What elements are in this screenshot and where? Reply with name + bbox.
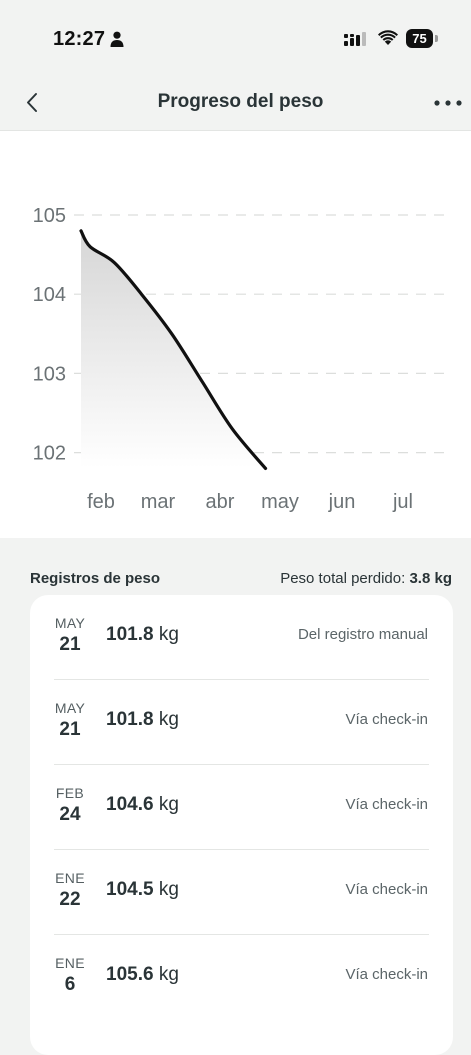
person-icon (110, 31, 124, 47)
record-weight-unit: kg (158, 709, 179, 730)
record-source: Del registro manual (297, 626, 428, 643)
record-weight-value: 101.8 (106, 624, 154, 645)
record-row[interactable]: ENE 6 105.6 kg Vía check-in (30, 935, 453, 1020)
total-lost-value: 3.8 kg (409, 570, 452, 587)
record-day: 24 (59, 804, 81, 825)
record-weight-value: 101.8 (106, 709, 154, 730)
x-tick-label: jul (392, 491, 413, 513)
weight-records-list: MAY 21 101.8 kg Del registro manual MAY … (30, 595, 453, 1055)
weight-area (81, 230, 266, 469)
record-row[interactable]: MAY 21 101.8 kg Vía check-in (30, 680, 453, 765)
record-weight-unit: kg (158, 879, 179, 900)
section-title: Registros de peso (30, 570, 161, 587)
record-weight-value: 105.6 (106, 964, 154, 985)
record-weight: 104.5 kg (106, 879, 179, 901)
total-weight-lost: Peso total perdido: 3.8 kg (280, 570, 452, 587)
battery-icon: 75 (406, 29, 438, 48)
records-summary: Registros de peso Peso total perdido: 3.… (0, 560, 471, 596)
y-tick-label: 102 (33, 443, 66, 465)
record-day: 21 (59, 719, 81, 740)
record-weight-value: 104.6 (106, 794, 154, 815)
record-source: Vía check-in (345, 796, 428, 813)
y-tick-label: 103 (33, 363, 66, 385)
record-day: 22 (59, 889, 81, 910)
page-title: Progreso del peso (157, 91, 324, 112)
record-row[interactable]: FEB 24 104.6 kg Vía check-in (30, 765, 453, 850)
record-day: 21 (59, 634, 81, 655)
record-day: 6 (64, 974, 76, 995)
record-weight-unit: kg (158, 964, 179, 985)
record-weight-unit: kg (158, 794, 179, 815)
record-source: Vía check-in (345, 881, 428, 898)
x-tick-label: mar (141, 491, 176, 513)
record-month: ENE (55, 870, 85, 886)
y-tick-label: 105 (33, 205, 66, 227)
x-tick-label: may (261, 491, 299, 513)
weight-chart: 102 103 104 105 feb mar abr may jun jul (0, 131, 471, 538)
more-options-button[interactable] (430, 92, 466, 114)
record-weight: 104.6 kg (106, 794, 179, 816)
record-month: MAY (54, 615, 86, 631)
wifi-icon (378, 30, 398, 45)
record-source: Vía check-in (345, 966, 428, 983)
total-lost-label: Peso total perdido: (280, 570, 406, 587)
status-time: 12:27 (53, 28, 106, 50)
record-month: ENE (55, 955, 85, 971)
x-tick-label: jun (328, 491, 356, 513)
status-bar: 12:27 75 (0, 0, 471, 78)
record-row[interactable]: ENE 22 104.5 kg Vía check-in (30, 850, 453, 935)
record-month: MAY (54, 700, 86, 716)
record-weight-unit: kg (158, 624, 179, 645)
x-tick-label: feb (87, 491, 115, 513)
record-weight-value: 104.5 (106, 879, 154, 900)
record-weight: 101.8 kg (106, 709, 179, 731)
battery-tip (435, 35, 438, 42)
y-tick-label: 104 (33, 284, 66, 306)
more-horizontal-icon (434, 100, 462, 106)
signal-icon (344, 32, 366, 46)
weight-chart-svg: 102 103 104 105 feb mar abr may jun jul (33, 205, 450, 513)
record-weight: 105.6 kg (106, 964, 179, 986)
record-month: FEB (55, 785, 85, 801)
record-source: Vía check-in (345, 711, 428, 728)
record-weight: 101.8 kg (106, 624, 179, 646)
record-row[interactable]: MAY 21 101.8 kg Del registro manual (30, 595, 453, 680)
navigation-header: Progreso del peso (0, 78, 471, 131)
battery-level: 75 (406, 29, 433, 48)
x-tick-label: abr (206, 491, 235, 513)
